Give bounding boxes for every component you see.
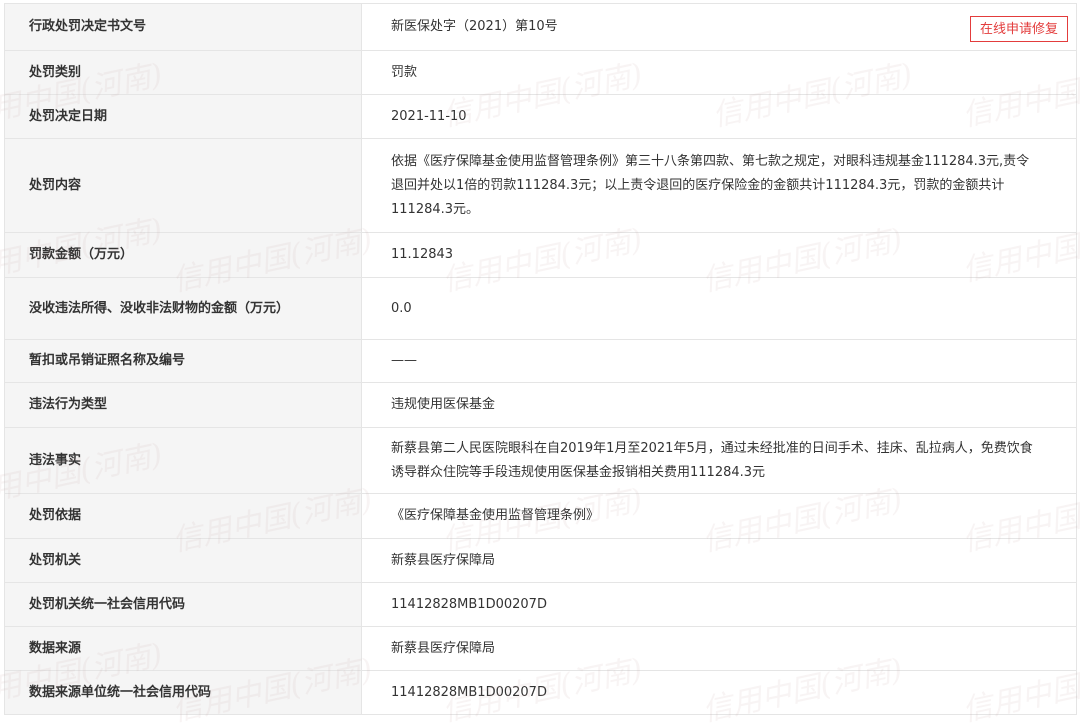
row-value-decision-number: 新医保处字（2021）第10号 bbox=[391, 19, 558, 34]
row-label-penalty-authority: 处罚机关 bbox=[4, 538, 362, 583]
penalty-detail-page: 行政处罚决定书文号 新医保处字（2021）第10号 在线申请修复 处罚类别 罚款… bbox=[0, 0, 1080, 724]
row-label-penalty-content: 处罚内容 bbox=[4, 138, 362, 233]
row-label-license-revocation: 暂扣或吊销证照名称及编号 bbox=[4, 339, 362, 383]
row-value-license-revocation: —— bbox=[361, 339, 1077, 383]
table-row: 暂扣或吊销证照名称及编号 —— bbox=[4, 339, 1077, 383]
row-label-penalty-category: 处罚类别 bbox=[4, 50, 362, 95]
row-label-source-credit-code: 数据来源单位统一社会信用代码 bbox=[4, 670, 362, 715]
table-row: 处罚机关统一社会信用代码 11412828MB1D00207D bbox=[4, 582, 1077, 627]
table-row: 处罚内容 依据《医疗保障基金使用监督管理条例》第三十八条第四款、第七款之规定，对… bbox=[4, 138, 1077, 233]
table-row: 数据来源单位统一社会信用代码 11412828MB1D00207D bbox=[4, 670, 1077, 715]
row-label-violation-type: 违法行为类型 bbox=[4, 382, 362, 428]
row-value-fine-amount: 11.12843 bbox=[361, 232, 1077, 278]
row-value-penalty-category: 罚款 bbox=[361, 50, 1077, 95]
row-label-data-source: 数据来源 bbox=[4, 626, 362, 671]
row-value-violation-facts: 新蔡县第二人民医院眼科在自2019年1月至2021年5月，通过未经批准的日间手术… bbox=[361, 427, 1077, 494]
row-value-decision-number-cell: 新医保处字（2021）第10号 在线申请修复 bbox=[361, 3, 1077, 51]
row-value-source-credit-code: 11412828MB1D00207D bbox=[361, 670, 1077, 715]
table-row: 没收违法所得、没收非法财物的金额（万元） 0.0 bbox=[4, 277, 1077, 340]
row-value-violation-type: 违规使用医保基金 bbox=[361, 382, 1077, 428]
row-value-penalty-content: 依据《医疗保障基金使用监督管理条例》第三十八条第四款、第七款之规定，对眼科违规基… bbox=[361, 138, 1077, 233]
table-row: 违法事实 新蔡县第二人民医院眼科在自2019年1月至2021年5月，通过未经批准… bbox=[4, 427, 1077, 494]
row-label-violation-facts: 违法事实 bbox=[4, 427, 362, 494]
table-row: 行政处罚决定书文号 新医保处字（2021）第10号 在线申请修复 bbox=[4, 3, 1077, 51]
row-label-decision-date: 处罚决定日期 bbox=[4, 94, 362, 139]
row-label-authority-credit-code: 处罚机关统一社会信用代码 bbox=[4, 582, 362, 627]
row-label-confiscation-amount: 没收违法所得、没收非法财物的金额（万元） bbox=[4, 277, 362, 340]
table-row: 处罚依据 《医疗保障基金使用监督管理条例》 bbox=[4, 493, 1077, 539]
row-value-penalty-basis: 《医疗保障基金使用监督管理条例》 bbox=[361, 493, 1077, 539]
online-repair-button[interactable]: 在线申请修复 bbox=[969, 16, 1068, 42]
table-row: 数据来源 新蔡县医疗保障局 bbox=[4, 626, 1077, 671]
row-label-penalty-basis: 处罚依据 bbox=[4, 493, 362, 539]
row-value-data-source: 新蔡县医疗保障局 bbox=[361, 626, 1077, 671]
row-label-decision-number: 行政处罚决定书文号 bbox=[4, 3, 362, 51]
row-label-fine-amount: 罚款金额（万元） bbox=[4, 232, 362, 278]
row-value-penalty-authority: 新蔡县医疗保障局 bbox=[361, 538, 1077, 583]
row-value-authority-credit-code: 11412828MB1D00207D bbox=[361, 582, 1077, 627]
row-value-confiscation-amount: 0.0 bbox=[361, 277, 1077, 340]
row-value-decision-date: 2021-11-10 bbox=[361, 94, 1077, 139]
table-row: 处罚类别 罚款 bbox=[4, 50, 1077, 95]
table-row: 处罚机关 新蔡县医疗保障局 bbox=[4, 538, 1077, 583]
table-row: 罚款金额（万元） 11.12843 bbox=[4, 232, 1077, 278]
table-row: 违法行为类型 违规使用医保基金 bbox=[4, 382, 1077, 428]
penalty-detail-table: 行政处罚决定书文号 新医保处字（2021）第10号 在线申请修复 处罚类别 罚款… bbox=[4, 3, 1077, 715]
table-row: 处罚决定日期 2021-11-10 bbox=[4, 94, 1077, 139]
